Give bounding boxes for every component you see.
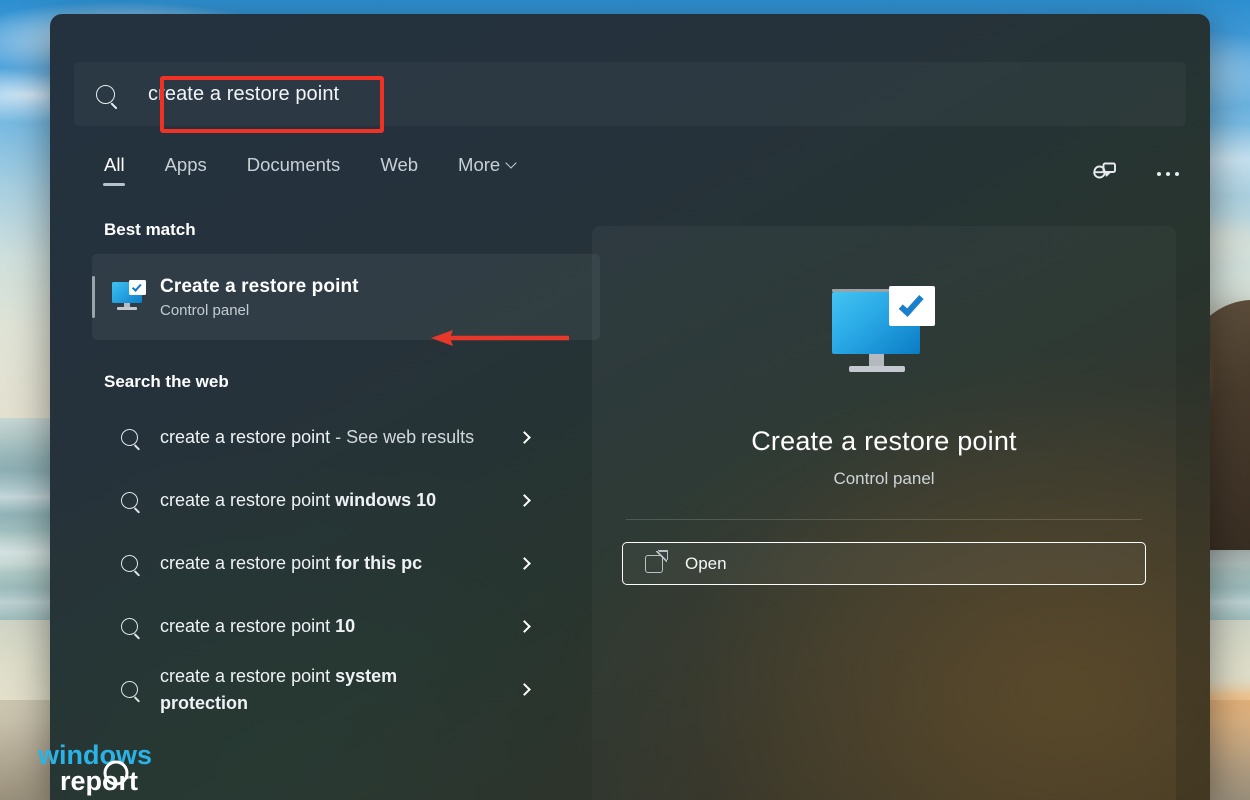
web-result-suffix: windows 10 [330, 490, 436, 510]
restore-point-monitor-icon [832, 286, 936, 378]
filter-tabs-row: All Apps Documents Web More [50, 150, 1210, 212]
tab-more-label: More [458, 154, 500, 176]
chevron-right-icon [518, 557, 531, 570]
tab-more[interactable]: More [456, 150, 517, 188]
list-item[interactable]: create a restore point for this pc [92, 532, 600, 595]
list-item[interactable]: create a restore point - See web results [92, 406, 600, 469]
web-result-label: create a restore point windows 10 [160, 487, 520, 513]
tab-web[interactable]: Web [378, 150, 420, 188]
web-result-label: create a restore point 10 [160, 613, 520, 639]
web-result-query: create a restore point [160, 666, 330, 686]
search-icon [74, 62, 136, 126]
tab-apps[interactable]: Apps [163, 150, 209, 188]
preview-panel: Create a restore point Control panel Ope… [592, 226, 1176, 800]
search-icon [98, 492, 160, 509]
tab-web-label: Web [380, 154, 418, 176]
web-result-suffix: for this pc [330, 553, 422, 573]
tab-documents[interactable]: Documents [245, 150, 343, 188]
results-column: Best match Create a restore point Contro… [50, 220, 610, 800]
web-result-suffix: - See web results [330, 427, 474, 447]
web-result-label: create a restore point - See web results [160, 424, 520, 450]
tab-apps-label: Apps [165, 154, 207, 176]
chevron-right-icon [518, 683, 531, 696]
best-match-subtitle: Control panel [160, 302, 359, 319]
open-button-label: Open [685, 554, 727, 574]
preview-subtitle: Control panel [833, 469, 934, 489]
divider [626, 519, 1142, 520]
search-icon [98, 555, 160, 572]
web-result-suffix: 10 [330, 616, 355, 636]
open-button[interactable]: Open [622, 542, 1146, 585]
more-options-icon[interactable] [1148, 154, 1188, 194]
desktop-wallpaper: All Apps Documents Web More [0, 0, 1250, 800]
web-result-query: create a restore point [160, 553, 330, 573]
restore-point-monitor-icon [98, 282, 160, 312]
tab-documents-label: Documents [247, 154, 341, 176]
chevron-right-icon [518, 620, 531, 633]
tab-all[interactable]: All [102, 150, 127, 188]
web-section-label: Search the web [50, 372, 610, 392]
search-icon [98, 429, 160, 446]
tab-all-label: All [104, 154, 125, 176]
chevron-down-icon [506, 157, 517, 168]
chevron-right-icon [518, 494, 531, 507]
best-match-section-label: Best match [50, 220, 610, 240]
web-result-label: create a restore point system protection [160, 663, 520, 715]
chevron-right-icon [518, 431, 531, 444]
list-item[interactable]: create a restore point windows 10 [92, 469, 600, 532]
search-icon [98, 618, 160, 635]
windows-search-flyout: All Apps Documents Web More [50, 14, 1210, 800]
external-link-icon [645, 555, 663, 573]
filter-tabs: All Apps Documents Web More [102, 150, 517, 188]
search-icon [98, 681, 160, 698]
search-bar[interactable] [74, 62, 1186, 126]
list-item[interactable]: create a restore point system protection [92, 658, 600, 721]
best-match-result[interactable]: Create a restore point Control panel [92, 254, 600, 340]
web-result-query: create a restore point [160, 427, 330, 447]
web-result-query: create a restore point [160, 490, 330, 510]
web-result-query: create a restore point [160, 616, 330, 636]
search-input[interactable] [136, 68, 1186, 120]
feedback-icon[interactable] [1084, 154, 1124, 194]
best-match-title: Create a restore point [160, 276, 359, 298]
web-result-label: create a restore point for this pc [160, 550, 520, 576]
list-item[interactable]: create a restore point 10 [92, 595, 600, 658]
preview-title: Create a restore point [751, 426, 1017, 457]
header-actions [1084, 154, 1188, 194]
web-results-section: Search the web create a restore point - … [50, 372, 610, 721]
